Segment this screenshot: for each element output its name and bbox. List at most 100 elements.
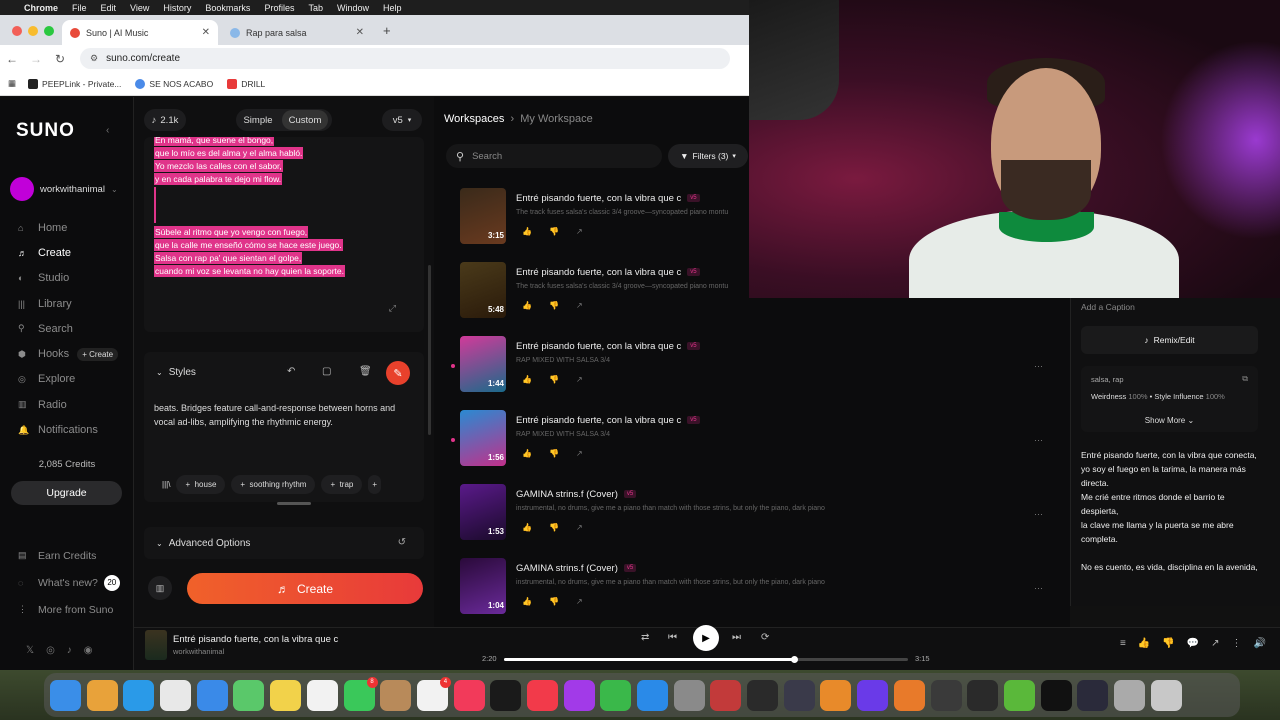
zoom-window-button[interactable] (44, 26, 54, 36)
tag-house[interactable]: + house (176, 475, 226, 494)
fl-studio-2-icon[interactable] (893, 679, 925, 711)
site-info-icon[interactable]: ⚙ (90, 53, 98, 64)
share-icon[interactable]: ↗ (576, 597, 583, 606)
audio-app-icon[interactable] (930, 679, 962, 711)
preview-icon[interactable] (1113, 679, 1145, 711)
volume-icon[interactable]: 🔊 (1254, 638, 1266, 649)
audio-app-2-icon[interactable] (967, 679, 999, 711)
menu-profiles[interactable]: Profiles (264, 3, 294, 13)
tab-rap-para-salsa[interactable]: Rap para salsa ✕ (222, 20, 372, 45)
tag-soothing-rhythm[interactable]: + soothing rhythm (231, 475, 316, 494)
obs-icon[interactable] (1077, 679, 1109, 711)
more-options-icon[interactable]: ⋮ (1232, 638, 1242, 649)
dislike-icon[interactable]: 👎 (549, 523, 559, 532)
progress-bar[interactable] (504, 656, 908, 663)
mode-simple-tab[interactable]: Simple (238, 110, 278, 130)
more-options-icon[interactable]: ⋯ (1034, 435, 1043, 446)
like-icon[interactable]: 👍 (522, 375, 532, 384)
dislike-icon[interactable]: 👎 (549, 227, 559, 236)
apps-grid-icon[interactable]: ▦ (8, 78, 16, 89)
expand-icon[interactable]: ⤢ (389, 303, 396, 314)
caption-input[interactable]: Add a Caption (1081, 302, 1135, 312)
menu-help[interactable]: Help (383, 3, 402, 13)
progress-handle[interactable] (791, 656, 799, 663)
more-options-icon[interactable]: ⋯ (1034, 361, 1043, 372)
scrollbar[interactable] (428, 265, 431, 435)
copy-icon[interactable]: ▢ (322, 366, 331, 377)
tag-library-icon[interactable]: |||\ (162, 480, 170, 489)
share-icon[interactable]: ↗ (576, 375, 583, 384)
create-button[interactable]: ♬ Create (187, 573, 423, 604)
maps-icon[interactable] (233, 679, 265, 711)
appstore-icon[interactable] (637, 679, 668, 711)
song-title[interactable]: Entré pisando fuerte, con la vibra que c… (516, 415, 700, 426)
tab-close-icon[interactable]: ✕ (356, 27, 364, 38)
sidebar-item-explore[interactable]: ◎ Explore (18, 367, 128, 392)
lyrics-editor[interactable]: ⤢ En mamá, que suene el bongo, que lo mío… (144, 137, 424, 332)
instagram-icon[interactable]: ◎ (46, 645, 55, 656)
menu-edit[interactable]: Edit (101, 3, 117, 13)
like-icon[interactable]: 👍 (522, 449, 532, 458)
like-icon[interactable]: 👍 (522, 523, 532, 532)
remix-edit-button[interactable]: ♪ Remix/Edit (1081, 326, 1258, 354)
new-tab-button[interactable]: + (383, 23, 391, 38)
fl-studio-icon[interactable] (820, 679, 852, 711)
minimize-window-button[interactable] (28, 26, 38, 36)
tab-suno[interactable]: Suno | AI Music ✕ (62, 20, 218, 45)
tab-close-icon[interactable]: ✕ (202, 27, 210, 38)
freeform-icon[interactable] (306, 679, 338, 711)
dislike-icon[interactable]: 👎 (549, 449, 559, 458)
forward-icon[interactable]: → (24, 52, 48, 66)
facetime-icon[interactable]: 8 (343, 676, 378, 711)
filters-button[interactable]: ▼ Filters (3) ▾ (668, 144, 748, 168)
like-icon[interactable]: 👍 (1138, 638, 1150, 649)
styles-toggle[interactable]: ⌄ Styles (156, 367, 196, 378)
mainstage-icon[interactable] (783, 679, 815, 711)
discord-icon[interactable]: ◉ (84, 645, 93, 656)
next-icon[interactable]: ⏭ (732, 632, 741, 643)
menu-view[interactable]: View (130, 3, 149, 13)
song-count-button[interactable]: ♪ 2.1k (144, 109, 186, 131)
collapse-sidebar-icon[interactable]: ‹ (106, 125, 109, 136)
show-more-button[interactable]: Show More ⌄ (1071, 416, 1268, 425)
song-title[interactable]: GAMINA strins.f (Cover) v5 (516, 489, 637, 500)
like-icon[interactable]: 👍 (522, 227, 532, 236)
sidebar-item-search[interactable]: ⚲ Search (18, 316, 128, 341)
breadcrumb-workspaces[interactable]: Workspaces (444, 113, 504, 125)
reset-icon[interactable]: ↺ (398, 537, 406, 548)
dislike-icon[interactable]: 👎 (549, 301, 559, 310)
shuffle-icon[interactable]: ⇄ (641, 632, 649, 643)
menu-tab[interactable]: Tab (308, 3, 323, 13)
settings-icon[interactable] (673, 679, 705, 711)
sidebar-item-home[interactable]: ⌂ Home (18, 215, 128, 240)
reload-icon[interactable]: ↻ (48, 52, 72, 66)
bookmark-peeplink[interactable]: PEEPLink - Private... (28, 78, 121, 89)
utorrent-icon[interactable] (1003, 679, 1035, 711)
repeat-icon[interactable]: ⟳ (761, 632, 769, 643)
share-icon[interactable]: ↗ (576, 449, 583, 458)
finder-icon[interactable] (50, 679, 81, 711)
logic-icon[interactable] (747, 679, 779, 711)
more-options-icon[interactable]: ⋯ (1034, 509, 1043, 520)
song-title[interactable]: Entré pisando fuerte, con la vibra que c… (516, 267, 700, 278)
more-options-icon[interactable]: ⋯ (1034, 583, 1043, 594)
styles-input[interactable]: beats. Bridges feature call-and-response… (154, 402, 414, 429)
share-icon[interactable]: ↗ (576, 227, 583, 236)
song-title[interactable]: Entré pisando fuerte, con la vibra que c… (516, 193, 700, 204)
music-icon[interactable] (453, 679, 485, 711)
share-icon[interactable]: ↗ (576, 301, 583, 310)
mode-custom-tab[interactable]: Custom (282, 110, 328, 130)
song-title[interactable]: GAMINA strins.f (Cover) v5 (516, 563, 637, 574)
sidebar-item-hooks[interactable]: ⬢ Hooks + Create (18, 341, 128, 366)
sidebar-item-library[interactable]: ||| Library (18, 291, 128, 316)
advanced-options[interactable]: ⌄ Advanced Options ↺ (144, 527, 424, 559)
magic-wand-button[interactable]: ✎ (386, 361, 410, 385)
podcasts-icon[interactable] (563, 679, 595, 711)
menu-bookmarks[interactable]: Bookmarks (205, 3, 250, 13)
comment-icon[interactable]: 💬 (1187, 638, 1199, 649)
song-title[interactable]: Entré pisando fuerte, con la vibra que c… (516, 341, 700, 352)
song-row[interactable]: 1:44 Entré pisando fuerte, con la vibra q… (451, 336, 1060, 410)
tv-icon[interactable] (490, 679, 522, 711)
search-input[interactable]: ⚲ Search (446, 144, 662, 168)
reminders-icon[interactable]: 4 (416, 676, 451, 711)
